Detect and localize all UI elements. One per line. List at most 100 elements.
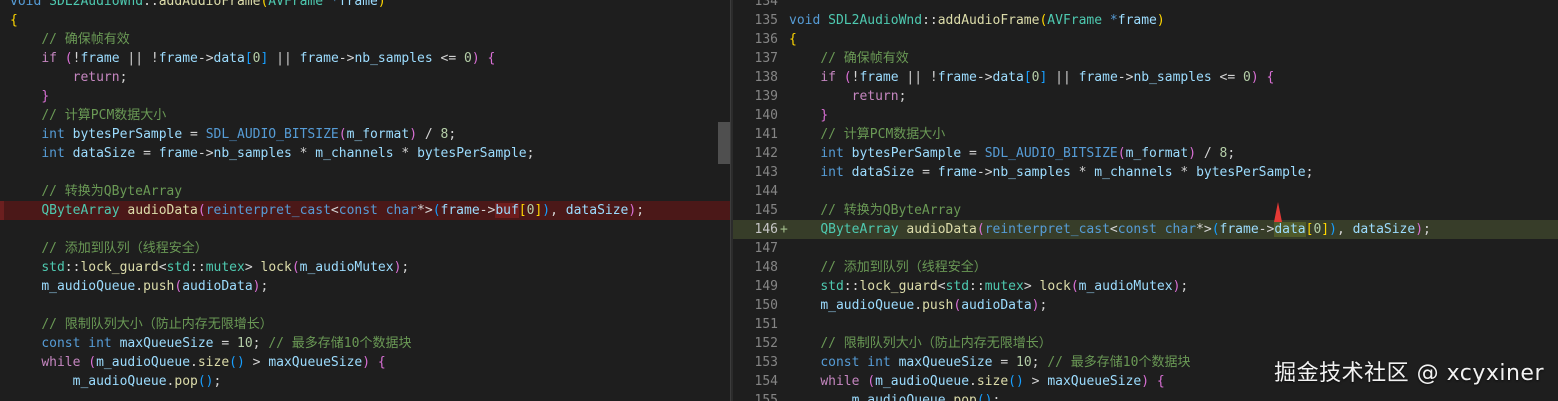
- right-code-lines: 134 135 void SDL2AudioWnd::addAudioFrame(A…: [733, 0, 1558, 401]
- code-token: ): [409, 127, 418, 142]
- code-line[interactable]: // 限制队列大小（防止内存无限增长）: [0, 315, 730, 334]
- code-line[interactable]: 136 {: [733, 30, 1558, 49]
- code-line[interactable]: // 确保帧有效: [0, 30, 730, 49]
- code-line[interactable]: [0, 163, 730, 182]
- code-token: ->: [1117, 70, 1134, 85]
- code-line[interactable]: 134: [733, 0, 1558, 11]
- code-line[interactable]: // 添加到队列（线程安全）: [0, 239, 730, 258]
- code-line[interactable]: [0, 296, 730, 315]
- code-line[interactable]: 143 int dataSize = frame->nb_samples * m…: [733, 163, 1558, 182]
- code-token: // 添加到队列（线程安全）: [41, 241, 208, 256]
- code-token: SDL_AUDIO_BITSIZE: [984, 146, 1118, 161]
- code-token: while: [820, 374, 868, 389]
- code-token: ): [1141, 374, 1150, 389]
- code-token: bytesPerSample: [1196, 165, 1306, 180]
- code-line[interactable]: // 转换为QByteArray: [0, 182, 730, 201]
- code-token: m_format: [346, 127, 410, 142]
- code-line[interactable]: m_audioQueue.push(audioData);: [0, 277, 730, 296]
- code-line[interactable]: 138 if (!frame || !frame->data[0] || fra…: [733, 68, 1558, 87]
- code-line[interactable]: const int maxQueueSize = 10; // 最多存储10个数…: [0, 334, 730, 353]
- code-line[interactable]: 148 // 添加到队列（线程安全）: [733, 258, 1558, 277]
- code-line[interactable]: 144: [733, 182, 1558, 201]
- code-line[interactable]: m_audioQueue.pop();: [0, 372, 730, 391]
- code-line[interactable]: 139 return;: [733, 87, 1558, 106]
- code-line[interactable]: while (m_audioQueue.size() > maxQueueSiz…: [0, 353, 730, 372]
- code-line[interactable]: 152 // 限制队列大小（防止内存无限增长）: [733, 334, 1558, 353]
- code-token: .: [135, 279, 144, 294]
- code-token: ;: [1180, 279, 1189, 294]
- line-number: 135: [754, 13, 778, 28]
- vertical-scrollbar-thumb[interactable]: [718, 122, 730, 164]
- diff-right-pane[interactable]: 134 135 void SDL2AudioWnd::addAudioFrame(A…: [733, 0, 1558, 401]
- code-line[interactable]: return;: [0, 68, 730, 87]
- code-token: AVFrame: [1047, 13, 1110, 28]
- code-line[interactable]: 149 std::lock_guard<std::mutex> lock(m_a…: [733, 277, 1558, 296]
- code-token: >: [244, 260, 261, 275]
- code-line[interactable]: std::lock_guard<std::mutex> lock(m_audio…: [0, 258, 730, 277]
- code-token: (: [1117, 146, 1126, 161]
- code-token: ;: [526, 146, 535, 161]
- code-line[interactable]: 147: [733, 239, 1558, 258]
- code-token: pop: [174, 374, 198, 389]
- code-line[interactable]: int bytesPerSample = SDL_AUDIO_BITSIZE(m…: [0, 125, 730, 144]
- code-token: (): [1008, 374, 1024, 389]
- line-number: 155: [754, 393, 778, 401]
- line-number: 137: [754, 51, 778, 66]
- code-line[interactable]: int dataSize = frame->nb_samples * m_cha…: [0, 144, 730, 163]
- diff-left-pane[interactable]: void SDL2AudioWnd::addAudioFrame(AVFrame…: [0, 0, 730, 401]
- code-token: ::: [190, 260, 206, 275]
- code-token: (): [229, 355, 245, 370]
- code-token: (: [867, 374, 876, 389]
- code-line[interactable]: {: [0, 11, 730, 30]
- line-number: 144: [754, 184, 778, 199]
- left-code-lines: void SDL2AudioWnd::addAudioFrame(AVFrame…: [0, 0, 730, 391]
- code-token: [: [518, 203, 527, 218]
- code-line[interactable]: QByteArray audioData(reinterpret_cast<co…: [0, 201, 730, 220]
- watermark: 掘金技术社区 @ xcyxiner: [1274, 361, 1544, 386]
- code-token: /: [417, 127, 441, 142]
- code-line[interactable]: }: [0, 87, 730, 106]
- code-line[interactable]: 141 // 计算PCM数据大小: [733, 125, 1558, 144]
- code-token: (: [197, 203, 206, 218]
- line-number: 145: [754, 203, 778, 218]
- code-token: maxQueueSize: [898, 355, 993, 370]
- code-line[interactable]: 151: [733, 315, 1558, 334]
- code-line[interactable]: 137 // 确保帧有效: [733, 49, 1558, 68]
- code-token: /: [1196, 146, 1220, 161]
- code-line[interactable]: if (!frame || !frame->data[0] || frame->…: [0, 49, 730, 68]
- code-token: frame: [937, 165, 977, 180]
- code-token: <=: [432, 51, 465, 66]
- code-token: ): [1188, 146, 1197, 161]
- code-line[interactable]: 155 m_audioQueue.pop();: [733, 391, 1558, 401]
- code-text: {: [10, 11, 18, 30]
- line-number: 154: [754, 374, 778, 389]
- code-line[interactable]: [0, 220, 730, 239]
- code-token: (: [88, 355, 97, 370]
- code-text: m_audioQueue.push(audioData);: [10, 277, 268, 296]
- code-line[interactable]: 150 m_audioQueue.push(audioData);: [733, 296, 1558, 315]
- code-token: ): [1250, 70, 1259, 85]
- code-line[interactable]: 145 // 转换为QByteArray: [733, 201, 1558, 220]
- code-token: *: [1109, 13, 1118, 28]
- code-line[interactable]: 146 + QByteArray audioData(reinterpret_ca…: [733, 220, 1558, 239]
- code-line[interactable]: 142 int bytesPerSample = SDL_AUDIO_BITSI…: [733, 144, 1558, 163]
- code-line[interactable]: // 计算PCM数据大小: [0, 106, 730, 125]
- code-line[interactable]: 140 }: [733, 106, 1558, 125]
- code-token: dataSize: [1352, 222, 1416, 237]
- removed-line-marker: [0, 201, 4, 220]
- code-token: // 转换为QByteArray: [41, 184, 183, 199]
- code-line[interactable]: void SDL2AudioWnd::addAudioFrame(AVFrame…: [0, 0, 730, 11]
- code-line[interactable]: 135 void SDL2AudioWnd::addAudioFrame(AVFr…: [733, 11, 1558, 30]
- code-token: 0: [464, 51, 472, 66]
- code-token: (: [291, 260, 300, 275]
- code-token: ): [542, 203, 551, 218]
- code-token: ): [362, 355, 371, 370]
- code-token: >: [1023, 374, 1048, 389]
